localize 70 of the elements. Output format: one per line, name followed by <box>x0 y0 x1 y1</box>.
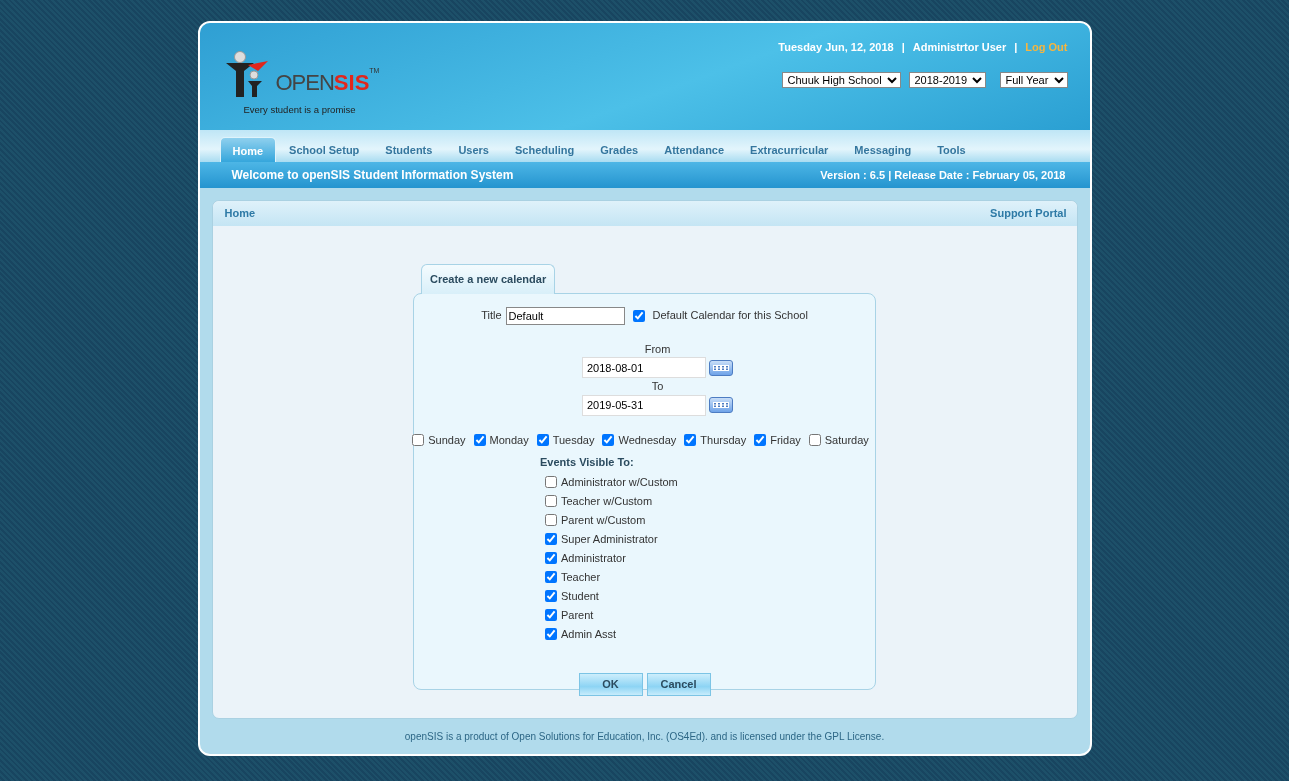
calendar-icon[interactable] <box>709 359 733 376</box>
default-checkbox[interactable] <box>632 309 645 322</box>
to-label: To <box>651 379 664 394</box>
checkbox[interactable] <box>754 433 767 446</box>
checkbox-label: Tuesday <box>552 432 595 448</box>
separator-text: | <box>901 40 905 55</box>
checkbox[interactable] <box>545 571 557 583</box>
checkbox[interactable] <box>684 433 697 446</box>
checkbox-label: Teacher <box>561 569 601 585</box>
checkbox-label: Parent <box>561 607 594 623</box>
version-text: Version : 6.5 | Release Date : February 05, 2018 <box>820 167 1066 183</box>
checkbox[interactable] <box>545 609 557 621</box>
nav-tab[interactable]: Home <box>219 137 277 162</box>
checkbox-label: Monday <box>489 432 529 448</box>
default-label: Default Calendar for this School <box>652 308 808 324</box>
checkbox-label: Admin Asst <box>561 626 617 642</box>
date-text: Tuesday Jun, 12, 2018 <box>778 40 894 55</box>
form-button[interactable]: OK <box>578 672 643 696</box>
nav-tab[interactable]: Extracurricular <box>737 138 842 162</box>
checkbox[interactable] <box>808 433 821 446</box>
checkbox-label: Student <box>561 588 599 604</box>
checkbox-label: Administrator <box>561 550 626 566</box>
checkbox-label: Thursday <box>700 432 747 448</box>
checkbox-label: Sunday <box>428 432 466 448</box>
from-date-input[interactable]: 2018-08-01 <box>582 357 706 378</box>
checkbox-label: Friday <box>770 432 801 448</box>
nav-tab[interactable]: Scheduling <box>502 138 588 162</box>
home-link[interactable]: Home <box>224 205 256 222</box>
separator-text: | <box>1014 40 1018 55</box>
nav-tab[interactable]: Attendance <box>651 138 738 162</box>
checkbox[interactable] <box>412 433 425 446</box>
nav-tab[interactable]: Messaging <box>841 138 925 162</box>
checkbox[interactable] <box>545 495 557 507</box>
nav-tab[interactable]: Users <box>445 138 502 162</box>
checkbox[interactable] <box>545 476 557 488</box>
dropdown[interactable]: Chuuk High School <box>781 71 901 88</box>
checkbox[interactable] <box>602 433 615 446</box>
form-button[interactable]: Cancel <box>646 672 711 696</box>
nav-tab[interactable]: Grades <box>587 138 652 162</box>
title-input[interactable]: Default <box>505 306 625 325</box>
dropdown[interactable]: Full Year <box>999 71 1068 88</box>
nav-tab[interactable]: School Setup <box>276 138 373 162</box>
title-label: Title <box>481 308 502 324</box>
checkbox[interactable] <box>545 533 557 545</box>
checkbox[interactable] <box>536 433 549 446</box>
checkbox-label: Wednesday <box>618 432 677 448</box>
events-visible-heading: Events Visible To: <box>540 455 635 470</box>
checkbox[interactable] <box>545 628 557 640</box>
checkbox[interactable] <box>545 514 557 526</box>
nav-tab[interactable]: Tools <box>924 138 979 162</box>
logo-text: SIS <box>333 70 370 95</box>
checkbox[interactable] <box>545 552 557 564</box>
checkbox-label: Teacher w/Custom <box>561 493 653 509</box>
from-label: From <box>644 341 671 357</box>
dropdown[interactable]: 2018-2019 <box>908 71 986 88</box>
welcome-text: Welcome to openSIS Student Information System <box>231 167 514 184</box>
logo-tagline: Every student is a promise <box>243 103 357 117</box>
checkbox-label: Parent w/Custom <box>561 512 646 528</box>
calendar-icon[interactable] <box>709 397 733 413</box>
to-date-input[interactable]: 2019-05-31 <box>582 394 706 416</box>
support-portal-link[interactable]: Support Portal <box>990 205 1067 222</box>
footer-text: openSIS is a product of Open Solutions for Education, Inc. (OS4Ed). and is licensed under the GPL License. <box>403 730 886 744</box>
nav-tab[interactable]: Students <box>372 138 446 162</box>
checkbox-label: Saturday <box>824 432 869 448</box>
checkbox-label: Super Administrator <box>561 531 658 547</box>
user-name: Administrtor User <box>912 40 1007 55</box>
checkbox[interactable] <box>545 590 557 602</box>
checkbox[interactable] <box>473 433 486 446</box>
logo-text: OPEN <box>275 70 334 95</box>
checkbox-label: Administrator w/Custom <box>561 474 678 490</box>
